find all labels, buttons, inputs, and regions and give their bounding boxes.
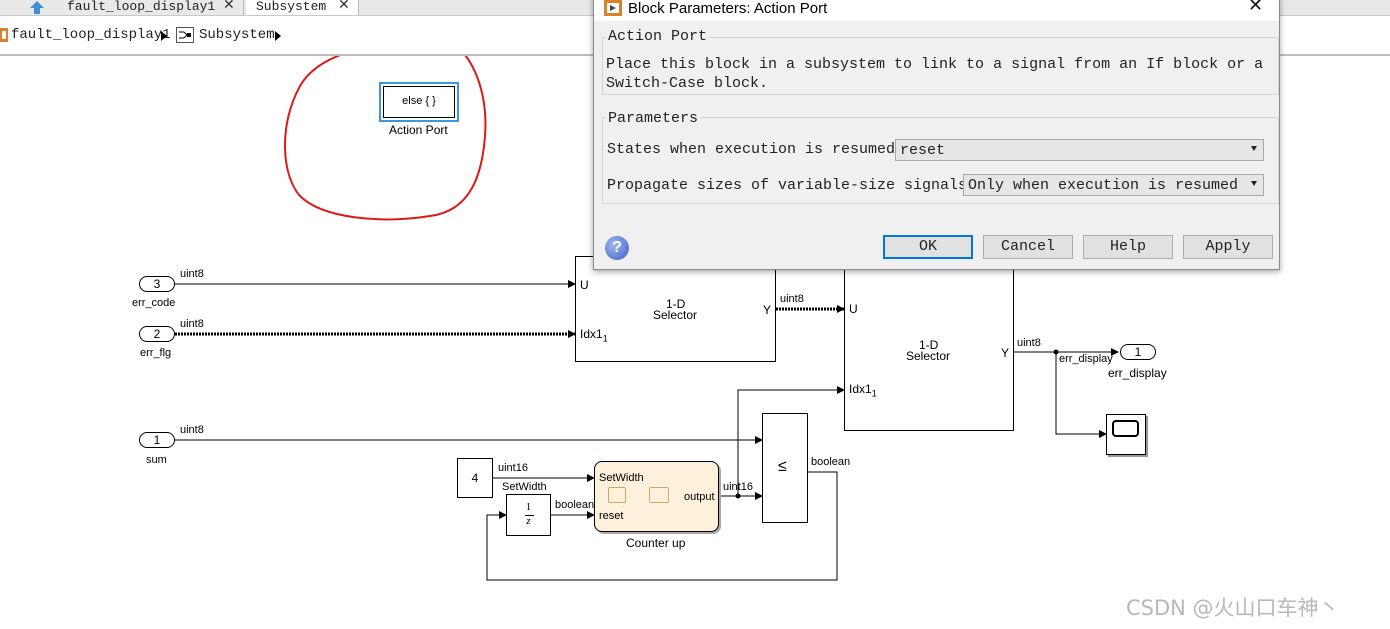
outport-err-display[interactable]: 1 [1120,344,1156,360]
dialog-title-bar: Block Parameters: Action Port ✕ [594,0,1279,21]
action-port-block[interactable]: else { } [379,82,459,122]
inport-name: sum [146,454,167,466]
idx-text: Idx1 [580,327,603,341]
states-select-value: reset [900,142,946,159]
close-icon[interactable]: ✕ [1248,0,1263,16]
action-port-text: else { } [402,95,436,107]
cancel-button[interactable]: Cancel [983,235,1073,259]
port-label-idx: Idx11 [580,327,608,343]
state-icon [649,487,669,503]
port-label-y: Y [763,303,772,317]
propagate-select[interactable]: Only when execution is resumed [963,174,1264,196]
signal-label: uint8 [180,424,204,436]
inport-err-flg[interactable]: 2 [139,326,175,342]
unit-delay-block[interactable]: 1 z [506,494,551,536]
idx-text: Idx1 [849,382,872,396]
port-label-idx: Idx11 [849,382,877,398]
chart-port-output: output [684,491,715,503]
dialog-title: Block Parameters: Action Port [628,0,828,17]
block-title-line2: Selector [906,349,951,363]
tab-subsystem[interactable]: Subsystem ✕ [246,0,359,15]
help-icon[interactable]: ? [605,236,629,260]
subsystem-icon [176,27,194,48]
tab-label: Subsystem [256,0,327,14]
block-parameters-dialog: Block Parameters: Action Port ✕ Action P… [593,0,1280,270]
chevron-right-icon [274,29,282,47]
port-label-y: Y [1001,346,1010,360]
inport-sum[interactable]: 1 [139,432,175,448]
idx-subscript: 1 [871,388,877,399]
action-port-label: Action Port [389,123,448,137]
tab-fault-loop-display1[interactable]: fault_loop_display1 ✕ [58,0,244,15]
selector-block-2[interactable]: U Idx11 Y 1-D Selector [844,269,1014,431]
parameters-title: Parameters [606,110,701,127]
state-icon [608,487,626,503]
ok-button[interactable]: OK [883,235,973,259]
port-label-u: U [849,302,858,316]
inport-number: 2 [153,327,161,341]
signal-label: boolean [555,499,595,511]
propagate-label: Propagate sizes of variable-size signals… [607,177,977,194]
breadcrumb-item-model[interactable]: fault_loop_display1 [11,27,171,43]
dialog-app-icon [604,0,622,21]
up-arrow-icon[interactable] [22,0,52,15]
section-title: Action Port [606,28,710,45]
signal-label: boolean [811,456,851,468]
outport-number: 1 [1134,345,1142,359]
inport-err-code[interactable]: 3 [139,276,175,292]
signal-label: uint8 [180,268,204,280]
delay-numerator: 1 [525,501,532,513]
port-label-u: U [580,278,589,292]
scope-icon [1112,420,1139,437]
help-button[interactable]: Help [1083,235,1173,259]
states-select[interactable]: reset [895,139,1264,161]
signal-label: uint8 [780,293,804,305]
chart-label: Counter up [626,536,686,550]
watermark: CSDN @火山口车神丶 [1126,596,1340,620]
idx-subscript: 1 [602,333,608,344]
relop-symbol: ≤ [778,458,787,475]
signal-label: uint8 [1017,337,1041,349]
close-icon[interactable]: ✕ [223,0,235,12]
constant-block[interactable]: 4 [457,458,493,498]
signal-label: err_display [1059,353,1113,365]
apply-button[interactable]: Apply [1183,235,1273,259]
propagate-select-value: Only when execution is resumed [968,177,1239,194]
signal-label: uint16 [498,462,528,474]
inport-name: err_code [132,297,176,309]
outport-name: err_display [1108,366,1167,380]
delay-denominator: z [526,515,531,527]
constant-value: 4 [471,471,479,485]
signal-label: uint16 [723,481,753,493]
description-line1: Place this block in a subsystem to link … [606,56,1264,73]
chevron-right-icon [160,29,168,47]
relational-operator-block[interactable]: ≤ [762,413,808,523]
selector-block-1[interactable]: U Idx11 Y 1-D Selector [575,256,776,362]
chevron-down-icon [1251,146,1257,151]
model-icon [0,28,8,47]
scope-block[interactable] [1106,414,1146,455]
close-icon[interactable]: ✕ [338,0,350,12]
signal-label: uint8 [180,318,204,330]
inport-name: err_flg [140,347,172,359]
signal-label: SetWidth [502,481,547,493]
inport-number: 1 [153,433,161,447]
tab-label: fault_loop_display1 [67,0,216,14]
block-title-line2: Selector [653,308,698,322]
chevron-down-icon [1251,181,1257,186]
chart-port-reset: reset [599,510,624,522]
counter-chart-block[interactable]: SetWidth reset output [594,461,719,532]
description-line2: Switch-Case block. [606,75,769,92]
chart-port-setwidth: SetWidth [599,472,644,484]
inport-number: 3 [153,277,161,291]
breadcrumb-item-subsystem[interactable]: Subsystem [199,27,275,43]
states-label: States when execution is resumed: [607,141,905,158]
